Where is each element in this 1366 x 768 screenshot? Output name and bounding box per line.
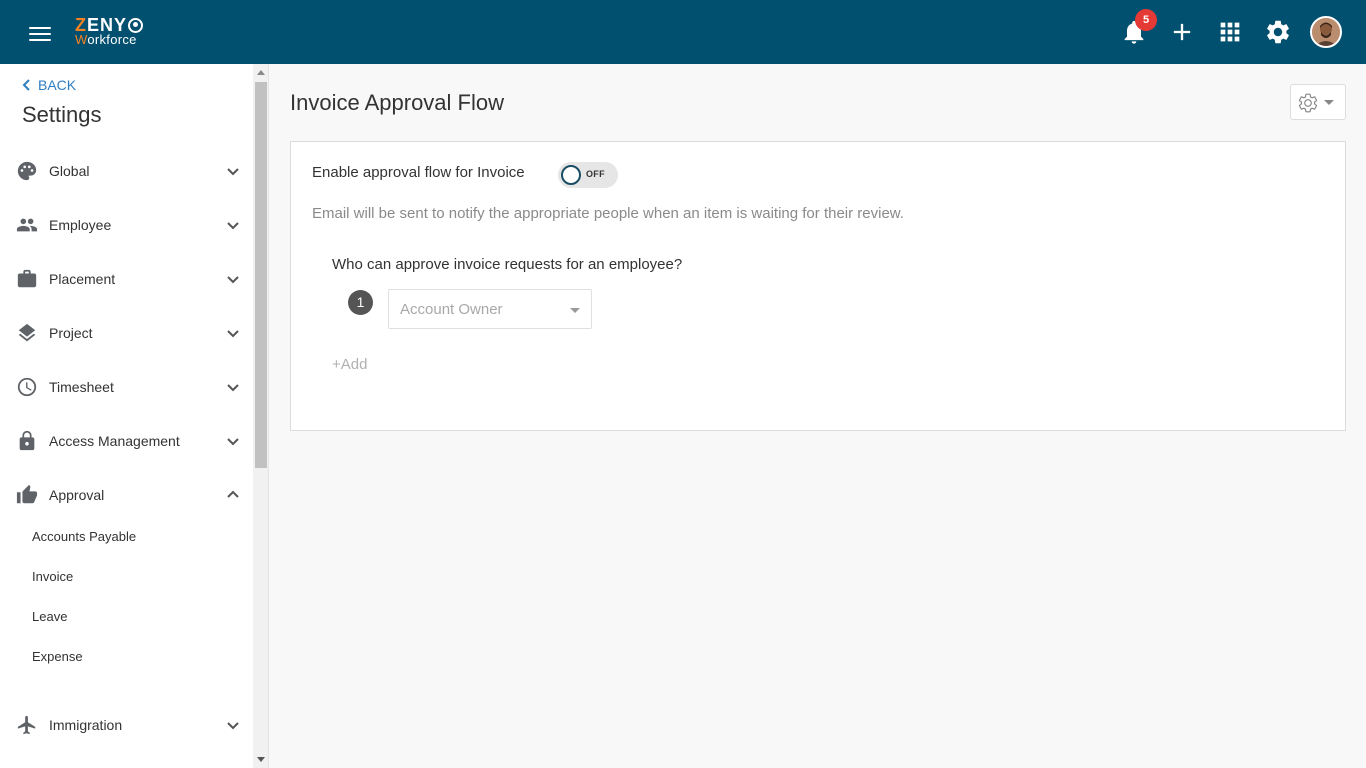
caret-down-icon xyxy=(1324,100,1334,105)
sidebar-subitem-leave[interactable]: Leave xyxy=(32,608,67,626)
palette-icon xyxy=(17,161,37,181)
approver-select[interactable]: Account Owner xyxy=(388,289,592,329)
toggle-state-label: OFF xyxy=(586,169,605,179)
enable-approval-toggle[interactable]: OFF xyxy=(558,162,618,188)
sidebar-item-label: Timesheet xyxy=(49,379,114,395)
sidebar-item-global[interactable]: Global xyxy=(0,151,253,191)
scroll-down-arrow[interactable] xyxy=(257,757,265,762)
sidebar-scrollbar[interactable] xyxy=(253,64,269,768)
sidebar-item-access-management[interactable]: Access Management xyxy=(0,421,253,461)
sidebar-item-placement[interactable]: Placement xyxy=(0,259,253,299)
notification-count-badge[interactable]: 5 xyxy=(1135,9,1157,31)
sidebar-item-project[interactable]: Project xyxy=(0,313,253,353)
clock-icon xyxy=(17,377,37,397)
scroll-up-arrow[interactable] xyxy=(257,70,265,75)
sidebar-item-label: Placement xyxy=(49,271,116,287)
plus-icon[interactable] xyxy=(1168,18,1196,46)
zenyo-logo[interactable]: ZENY Workforce xyxy=(75,16,155,48)
sidebar-subitem-accounts-payable[interactable]: Accounts Payable xyxy=(32,528,136,546)
approver-question: Who can approve invoice requests for an … xyxy=(332,256,683,273)
chevron-left-icon xyxy=(22,79,30,91)
thumbs-up-icon xyxy=(16,484,38,504)
back-link[interactable]: BACK xyxy=(22,77,76,93)
sidebar-item-label: Immigration xyxy=(49,717,123,733)
people-icon xyxy=(16,218,38,232)
approval-flow-card: Enable approval flow for Invoice OFF Ema… xyxy=(290,141,1346,431)
page-title: Settings xyxy=(22,102,102,127)
sidebar-subitem-expense[interactable]: Expense xyxy=(32,648,83,666)
sidebar-item-label: Access Management xyxy=(49,433,180,449)
sidebar-subitem-invoice[interactable]: Invoice xyxy=(32,568,73,586)
chevron-down-icon xyxy=(227,168,239,176)
sidebar-item-label: Global xyxy=(49,163,90,179)
chevron-down-icon xyxy=(227,222,239,230)
sidebar-item-label: Project xyxy=(49,325,93,341)
avatar[interactable] xyxy=(1310,16,1342,48)
chevron-down-icon xyxy=(227,384,239,392)
toggle-knob xyxy=(561,165,581,185)
scrollbar-thumb[interactable] xyxy=(255,82,267,468)
menu-icon[interactable] xyxy=(29,22,51,42)
chevron-down-icon xyxy=(227,438,239,446)
settings-sidebar: BACK Settings Global Employee Placement … xyxy=(0,64,253,768)
sidebar-item-approval[interactable]: Approval xyxy=(0,475,253,515)
gear-icon[interactable] xyxy=(1264,18,1292,46)
caret-down-icon xyxy=(570,308,580,313)
enable-approval-label: Enable approval flow for Invoice xyxy=(312,164,525,181)
airplane-icon xyxy=(17,715,36,735)
gear-outline-icon xyxy=(1298,93,1318,113)
invoice-approval-title: Invoice Approval Flow xyxy=(290,90,504,115)
approver-selected-value: Account Owner xyxy=(400,301,503,318)
chevron-down-icon xyxy=(227,276,239,284)
lock-icon xyxy=(19,430,35,451)
chevron-down-icon xyxy=(227,722,239,730)
apps-grid-icon[interactable] xyxy=(1216,18,1244,46)
sidebar-item-label: Employee xyxy=(49,217,112,233)
sidebar-item-employee[interactable]: Employee xyxy=(0,205,253,245)
briefcase-icon xyxy=(17,269,37,288)
settings-menu-button[interactable] xyxy=(1290,84,1346,120)
sidebar-item-label: Approval xyxy=(49,487,105,503)
add-approver-link[interactable]: +Add xyxy=(332,356,367,373)
email-notification-hint: Email will be sent to notify the appropr… xyxy=(312,205,904,222)
sidebar-item-timesheet[interactable]: Timesheet xyxy=(0,367,253,407)
chevron-down-icon xyxy=(227,330,239,338)
approval-step-number: 1 xyxy=(348,290,373,315)
chevron-up-icon xyxy=(227,490,239,498)
layers-icon xyxy=(18,323,36,342)
top-bar: ZENY Workforce 5 xyxy=(0,0,1366,64)
sidebar-item-immigration[interactable]: Immigration xyxy=(0,705,253,745)
back-label: BACK xyxy=(38,77,77,93)
